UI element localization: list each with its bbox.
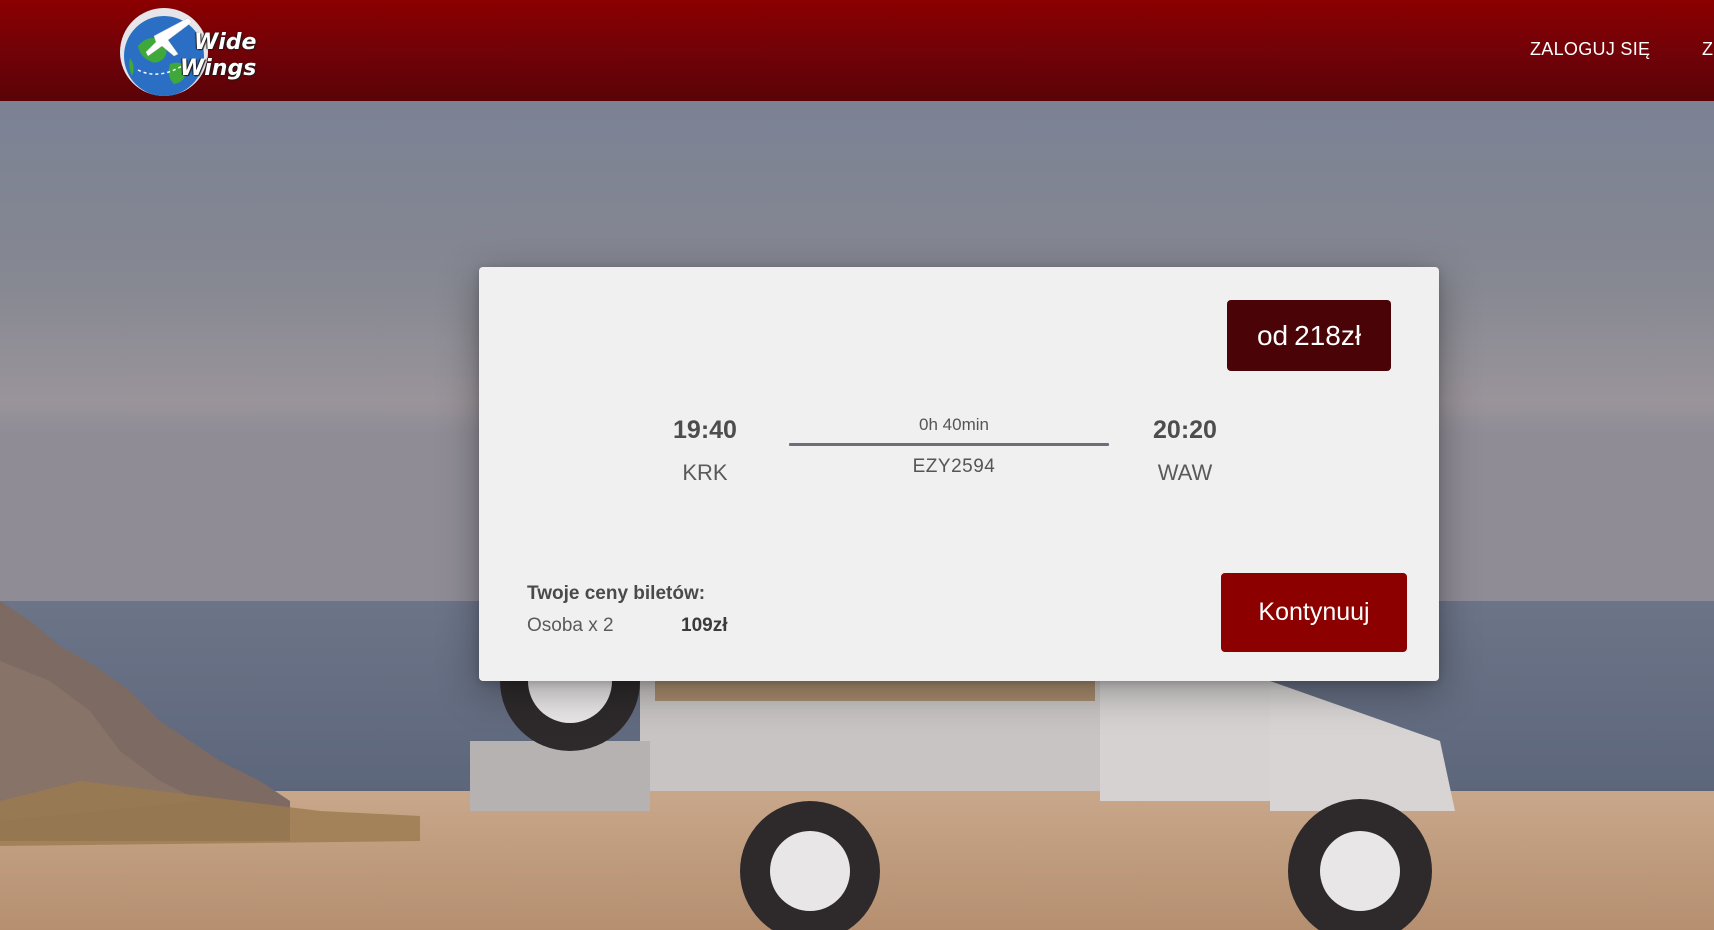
passenger-count-label: Osoba x 2 xyxy=(527,615,614,636)
flight-duration: 0h 40min xyxy=(919,415,989,434)
per-person-price: 109zł xyxy=(681,615,728,636)
arrival-airport-code: WAW xyxy=(1157,460,1213,485)
departure-time: 19:40 xyxy=(673,416,737,444)
route-line xyxy=(789,443,1109,446)
departure-airport-code: KRK xyxy=(682,460,728,485)
flight-offer-card: od 218zł 19:40 KRK 0h 40min EZY2594 20:2… xyxy=(479,267,1439,681)
logo-text-wings: Wings xyxy=(180,56,257,81)
price-badge: od 218zł xyxy=(1227,300,1391,371)
nav-register-link[interactable]: Z xyxy=(1702,39,1713,60)
price-badge-amount: 218zł xyxy=(1294,319,1362,351)
continue-button[interactable]: Kontynuuj xyxy=(1221,573,1407,652)
arrival-time: 20:20 xyxy=(1153,416,1217,444)
price-badge-prefix: od xyxy=(1256,319,1289,351)
flight-number: EZY2594 xyxy=(912,456,996,477)
page: Wide Wings ZALOGUJ SIĘ Z od 218zł 19:40 … xyxy=(0,0,1714,930)
ticket-prices-title: Twoje ceny biletów: xyxy=(527,583,706,604)
logo-link[interactable]: Wide Wings xyxy=(118,6,268,98)
logo-text: Wide Wings xyxy=(180,30,290,82)
nav-login-link[interactable]: ZALOGUJ SIĘ xyxy=(1530,39,1650,60)
top-navbar: Wide Wings ZALOGUJ SIĘ Z xyxy=(0,0,1714,101)
logo-text-wide: Wide xyxy=(194,30,257,55)
